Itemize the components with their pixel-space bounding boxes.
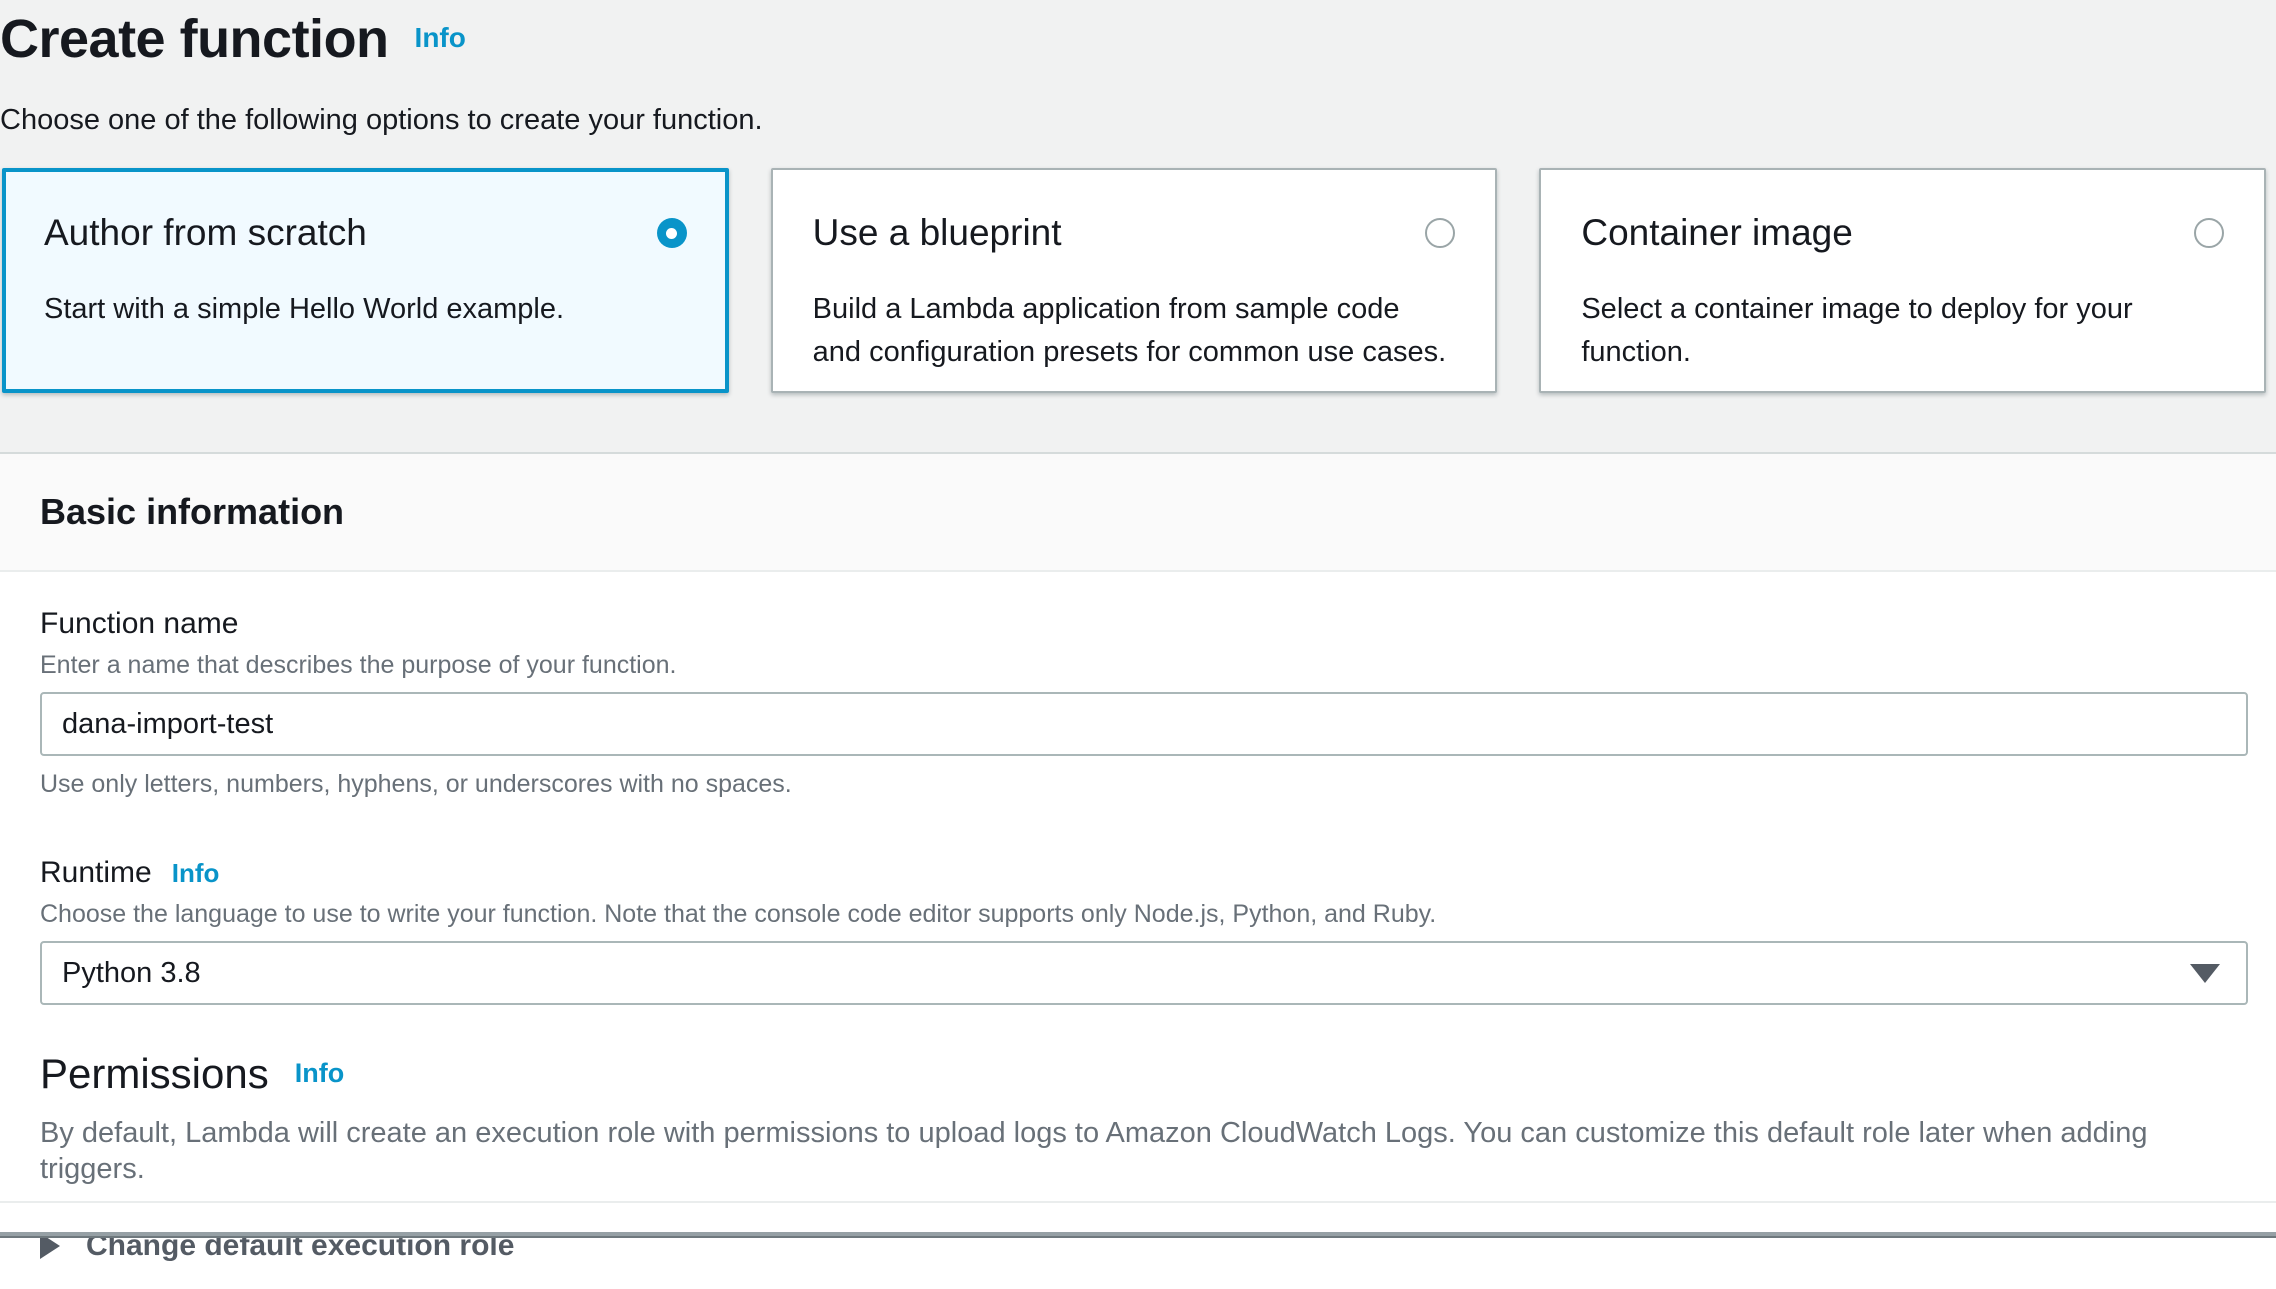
permissions-heading: Permissions	[40, 1050, 269, 1097]
radio-unselected-icon[interactable]	[2194, 218, 2224, 248]
runtime-description: Choose the language to use to write your…	[40, 899, 2248, 929]
basic-information-heading: Basic information	[40, 490, 2236, 534]
runtime-select[interactable]: Python 3.8	[40, 941, 2248, 1005]
runtime-selected-value: Python 3.8	[62, 957, 201, 990]
permissions-header: Permissions Info	[40, 1049, 2248, 1099]
creation-option-cards: Author from scratch Start with a simple …	[2, 168, 2266, 393]
option-title: Container image	[1581, 210, 1852, 256]
runtime-label: Runtime	[40, 856, 152, 889]
page-subtitle: Choose one of the following options to c…	[0, 102, 2276, 138]
function-name-label: Function name	[40, 606, 2248, 642]
bottom-divider	[0, 1232, 2276, 1238]
option-card-header: Author from scratch	[44, 210, 687, 256]
option-card-use-a-blueprint[interactable]: Use a blueprint Build a Lambda applicati…	[771, 168, 1498, 393]
permissions-info-link[interactable]: Info	[295, 1058, 344, 1088]
option-description: Build a Lambda application from sample c…	[813, 288, 1456, 374]
function-name-input[interactable]	[40, 692, 2248, 756]
radio-selected-icon[interactable]	[657, 218, 687, 248]
radio-unselected-icon[interactable]	[1425, 218, 1455, 248]
basic-information-panel-header: Basic information	[0, 454, 2276, 572]
option-description: Select a container image to deploy for y…	[1581, 288, 2224, 374]
basic-information-panel: Basic information Function name Enter a …	[0, 452, 2276, 1289]
option-description: Start with a simple Hello World example.	[44, 288, 687, 331]
runtime-field: Runtime Info Choose the language to use t…	[40, 855, 2248, 1005]
create-function-page: Create function Info Choose one of the fo…	[0, 0, 2276, 1238]
option-card-container-image[interactable]: Container image Select a container image…	[1539, 168, 2266, 393]
option-card-header: Use a blueprint	[813, 210, 1456, 256]
runtime-label-row: Runtime Info	[40, 855, 2248, 891]
option-card-header: Container image	[1581, 210, 2224, 256]
permissions-section: Permissions Info By default, Lambda will …	[40, 1049, 2248, 1201]
function-name-hint: Use only letters, numbers, hyphens, or u…	[40, 770, 2248, 799]
option-card-author-from-scratch[interactable]: Author from scratch Start with a simple …	[2, 168, 729, 393]
option-title: Author from scratch	[44, 210, 367, 256]
function-name-field: Function name Enter a name that describe…	[40, 606, 2248, 799]
caret-down-icon	[2190, 964, 2220, 983]
basic-information-panel-body: Function name Enter a name that describe…	[0, 572, 2276, 1201]
page-title: Create function	[0, 9, 389, 69]
function-name-description: Enter a name that describes the purpose …	[40, 650, 2248, 680]
permissions-description: By default, Lambda will create an execut…	[40, 1115, 2248, 1187]
option-title: Use a blueprint	[813, 210, 1062, 256]
page-title-info-link[interactable]: Info	[415, 22, 466, 53]
runtime-info-link[interactable]: Info	[172, 858, 220, 888]
change-default-execution-role-expander[interactable]: Change default execution role	[0, 1201, 2276, 1289]
page-header: Create function Info	[0, 0, 2276, 72]
